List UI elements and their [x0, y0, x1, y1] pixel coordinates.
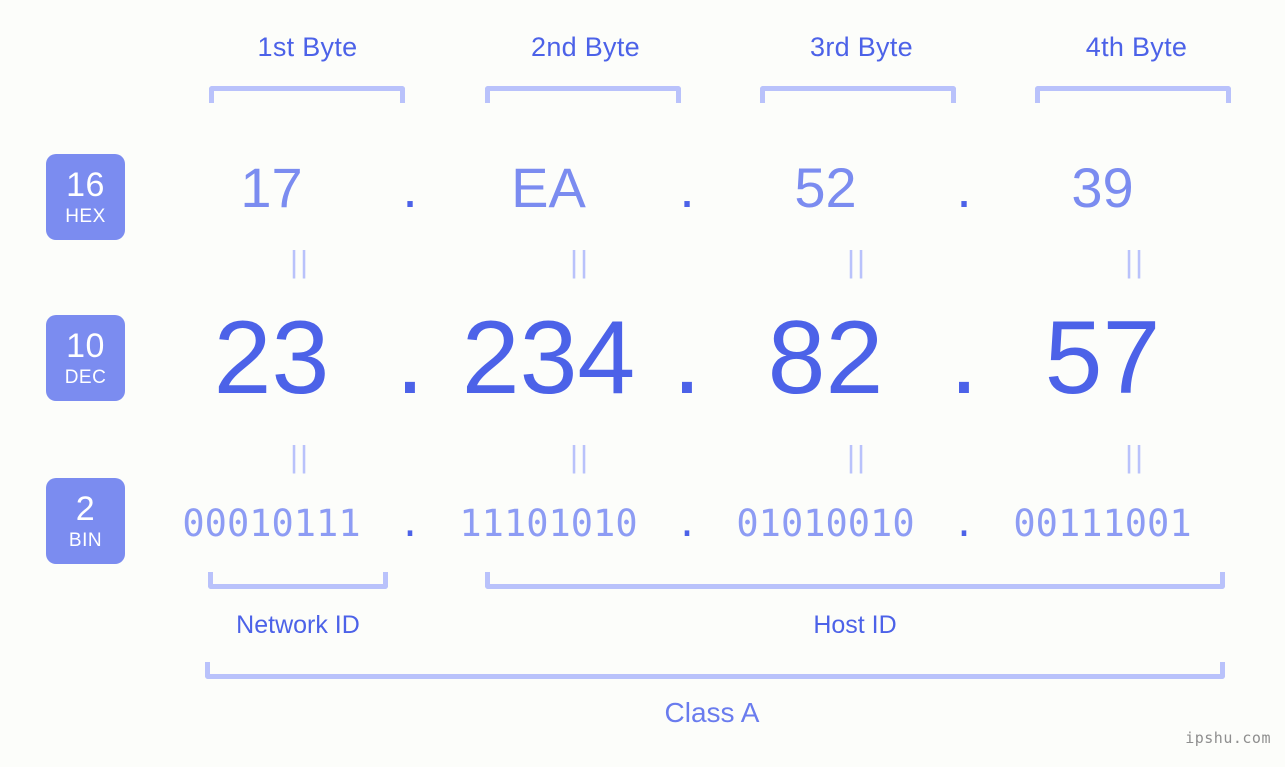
bin-byte-3: 01010010 [736, 501, 915, 545]
hex-byte-1: 17 [240, 156, 303, 219]
host-id-bracket [485, 572, 1225, 589]
byte-header-label-4: 4th Byte [1085, 32, 1188, 62]
byte-bracket-4 [1035, 86, 1231, 103]
hex-byte-4: 39 [1071, 156, 1134, 219]
bin-separator-2: . [675, 501, 699, 545]
equals-icon-hex-dec-3: || [846, 244, 868, 279]
bin-separator-3: . [952, 501, 976, 545]
equals-icon-dec-bin-2: || [569, 439, 591, 474]
bin-value-row: 00010111 . 11101010 . 01010010 . 0011100… [150, 492, 1260, 554]
dec-byte-2: 234 [461, 300, 636, 416]
class-bracket [205, 662, 1225, 679]
base-badge-dec: 10 DEC [46, 315, 125, 401]
base-badge-hex-abbr: HEX [65, 206, 106, 227]
base-badge-bin: 2 BIN [46, 478, 125, 564]
equals-icon-dec-bin-4: || [1124, 439, 1146, 474]
dec-byte-3: 82 [767, 300, 884, 416]
byte-bracket-2 [485, 86, 681, 103]
dec-separator-1: . [395, 300, 425, 416]
byte-header-label-3: 3rd Byte [810, 32, 913, 62]
base-badge-bin-number: 2 [75, 490, 96, 528]
byte-header-label-1: 1st Byte [257, 32, 358, 62]
hex-byte-2: EA [511, 156, 586, 219]
ip-address-breakdown-diagram: 1st Byte 2nd Byte 3rd Byte 4th Byte 16 H… [0, 0, 1285, 767]
dec-separator-3: . [949, 300, 979, 416]
hex-byte-3: 52 [794, 156, 857, 219]
dec-value-row: 23 . 234 . 82 . 57 [150, 296, 1260, 420]
hex-separator-1: . [402, 156, 418, 219]
equals-icon-dec-bin-3: || [846, 439, 868, 474]
equals-icon-hex-dec-4: || [1124, 244, 1146, 279]
dec-byte-1: 23 [213, 300, 330, 416]
network-id-label: Network ID [236, 611, 360, 639]
base-badge-dec-abbr: DEC [64, 367, 107, 388]
bin-byte-4: 00111001 [1013, 501, 1192, 545]
host-id-label: Host ID [813, 611, 897, 639]
class-label: Class A [664, 697, 760, 728]
byte-bracket-3 [760, 86, 956, 103]
base-badge-dec-number: 10 [66, 327, 105, 365]
hex-separator-2: . [679, 156, 695, 219]
dec-byte-4: 57 [1044, 300, 1161, 416]
base-badge-hex: 16 HEX [46, 154, 125, 240]
byte-bracket-1 [209, 86, 405, 103]
equals-icon-hex-dec-1: || [289, 244, 311, 279]
equals-icon-dec-bin-1: || [289, 439, 311, 474]
byte-header-label-2: 2nd Byte [531, 32, 640, 62]
hex-separator-3: . [956, 156, 972, 219]
equals-icon-hex-dec-2: || [569, 244, 591, 279]
network-id-bracket [208, 572, 388, 589]
hex-value-row: 17 . EA . 52 . 39 [150, 146, 1260, 230]
base-badge-bin-abbr: BIN [68, 530, 103, 551]
site-watermark: ipshu.com [1185, 729, 1271, 747]
bin-byte-1: 00010111 [182, 501, 361, 545]
base-badge-hex-number: 16 [66, 166, 105, 204]
bin-byte-2: 11101010 [459, 501, 638, 545]
bin-separator-1: . [398, 501, 422, 545]
dec-separator-2: . [672, 300, 702, 416]
